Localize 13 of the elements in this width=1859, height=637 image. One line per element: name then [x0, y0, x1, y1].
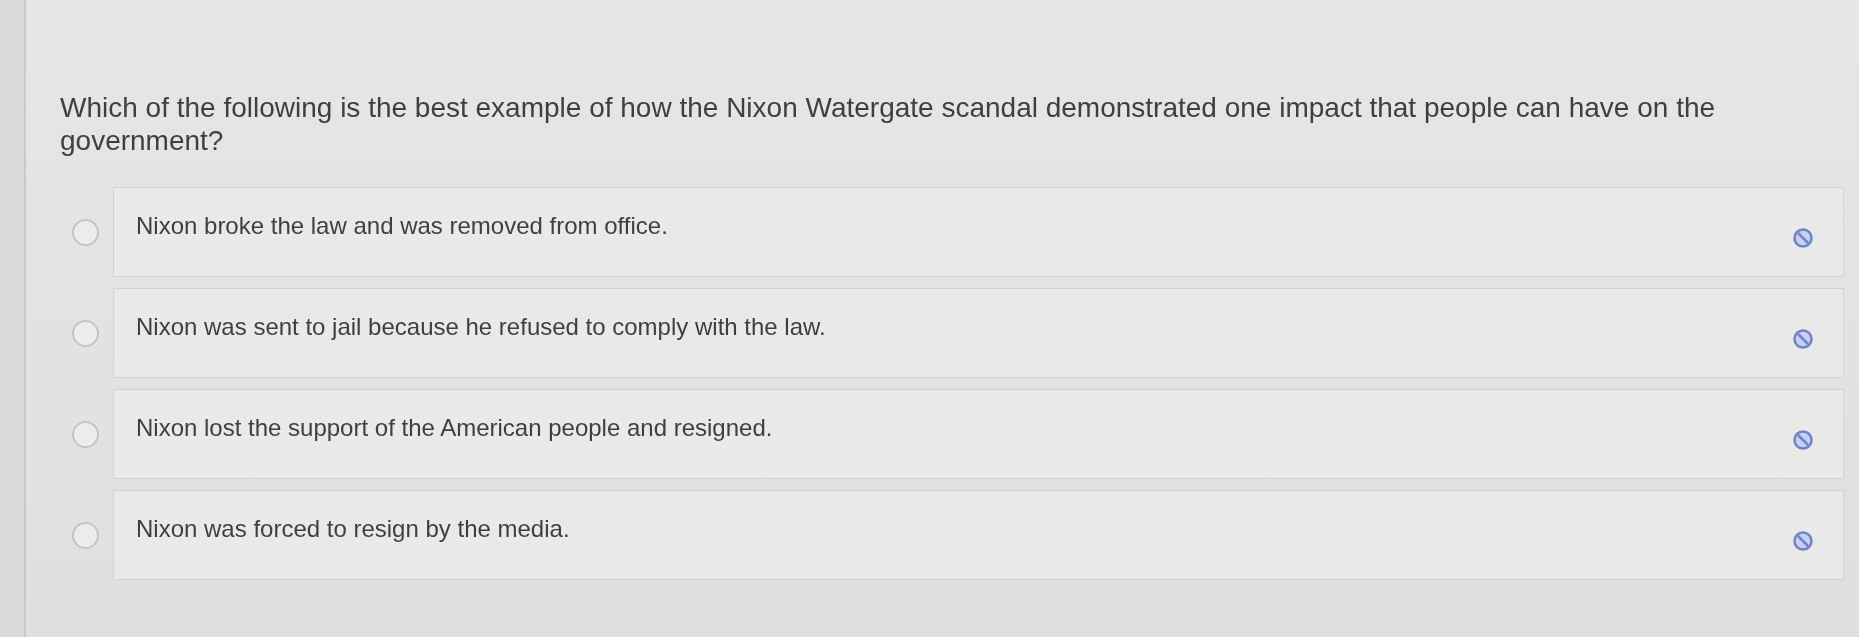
slashed-circle-icon[interactable]: [1793, 531, 1813, 551]
radio-button[interactable]: [72, 218, 99, 246]
answer-option[interactable]: Nixon broke the law and was removed from office.: [113, 187, 1844, 277]
radio-button[interactable]: [72, 521, 99, 549]
question-text: Which of the following is the best example of how the Nixon Watergate scandal demonstrated one impact that people can have on the government?: [60, 91, 1717, 157]
slashed-circle-icon[interactable]: [1793, 430, 1813, 450]
radio-button[interactable]: [72, 420, 99, 448]
slashed-circle-icon[interactable]: [1793, 228, 1813, 248]
slashed-circle-icon[interactable]: [1793, 329, 1813, 349]
answer-option[interactable]: Nixon was forced to resign by the media.: [113, 490, 1844, 580]
answer-option[interactable]: Nixon was sent to jail because he refused to comply with the law.: [113, 288, 1844, 378]
radio-button[interactable]: [72, 319, 99, 347]
answer-option[interactable]: Nixon lost the support of the American people and resigned.: [113, 389, 1844, 479]
